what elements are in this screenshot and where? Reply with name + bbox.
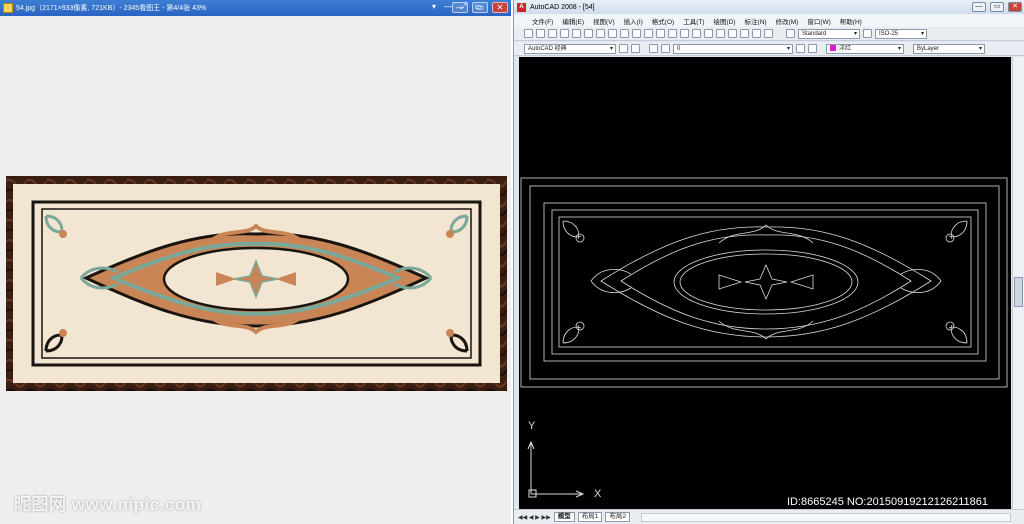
menu-window[interactable]: 窗口(W) — [807, 16, 830, 26]
menu-modify[interactable]: 修改(M) — [776, 16, 799, 26]
minimize-button[interactable]: — — [452, 2, 468, 13]
autocad-logo-icon: A — [517, 2, 526, 12]
horizontal-scrollbar[interactable] — [640, 512, 1011, 522]
design-center-icon[interactable] — [728, 29, 737, 38]
viewer-title: 54.jpg（2171×933像素, 721KB）- 2345看图王 - 第4/… — [16, 5, 207, 12]
layer-previous-icon[interactable] — [808, 44, 817, 53]
match-properties-icon[interactable] — [632, 29, 641, 38]
cad-title: AutoCAD 2008 - [54] — [530, 3, 595, 11]
viewer-titlebar[interactable]: 54.jpg（2171×933像素, 721KB）- 2345看图王 - 第4/… — [0, 0, 511, 16]
text-style-icon — [786, 29, 795, 38]
paste-icon[interactable] — [620, 29, 629, 38]
copy-icon[interactable] — [608, 29, 617, 38]
color-select[interactable]: 洋红 — [826, 43, 904, 54]
workspace-settings-icon[interactable] — [619, 44, 628, 53]
layer-manager-icon[interactable] — [631, 44, 640, 53]
tool-palettes-icon[interactable] — [740, 29, 749, 38]
dropdown-icon[interactable]: ▾ — [432, 2, 436, 12]
zoom-window-icon[interactable] — [692, 29, 701, 38]
tab-nav-arrows[interactable]: ◀◀ ◀ ▶ ▶▶ — [518, 514, 551, 521]
marble-medallion-image — [6, 176, 507, 391]
ucs-y-label: Y — [528, 420, 536, 432]
redo-icon[interactable] — [656, 29, 665, 38]
minimize-mode-icon[interactable]: — — [444, 2, 452, 12]
scroll-thumb[interactable] — [1014, 277, 1023, 307]
workspace-select[interactable]: AutoCAD 经典 — [524, 43, 616, 54]
menu-dimension[interactable]: 标注(N) — [745, 16, 767, 26]
menu-view[interactable]: 视图(V) — [593, 16, 615, 26]
drawing-canvas[interactable] — [519, 57, 1011, 509]
menu-file[interactable]: 文件(F) — [532, 16, 553, 26]
autocad-window: A AutoCAD 2008 - [54] — ▭ ✕ 文件(F) 编辑(E) … — [513, 0, 1024, 524]
maximize-button[interactable]: ▭ — [472, 2, 488, 13]
menu-help[interactable]: 帮助(H) — [840, 16, 862, 26]
cad-maximize-button[interactable]: ▭ — [990, 2, 1004, 12]
nipic-watermark: 昵图网 www.nipic.com — [14, 495, 202, 514]
menu-insert[interactable]: 插入(I) — [624, 16, 643, 26]
viewer-window-buttons: — ▭ ✕ — [452, 2, 508, 13]
layer-on-icon[interactable] — [649, 44, 658, 53]
layout-tabs-bar: ◀◀ ◀ ▶ ▶▶ 模型 布局1 布局2 — [514, 509, 1024, 524]
color-swatch — [830, 44, 836, 51]
make-current-layer-icon[interactable] — [796, 44, 805, 53]
cad-close-button[interactable]: ✕ — [1008, 2, 1022, 12]
new-file-icon[interactable] — [524, 29, 533, 38]
vertical-scrollbar[interactable] — [1012, 57, 1024, 509]
tab-layout2[interactable]: 布局2 — [605, 512, 630, 522]
image-id-watermark: ID:8665245 NO:20150919212126211861 — [787, 496, 989, 508]
preview-icon[interactable] — [572, 29, 581, 38]
layer-freeze-icon[interactable] — [661, 44, 670, 53]
ucs-x-label: X — [594, 488, 602, 500]
cad-minimize-button[interactable]: — — [972, 2, 986, 12]
cad-window-buttons: — ▭ ✕ — [972, 2, 1022, 12]
dim-style-icon — [863, 29, 872, 38]
menu-tools[interactable]: 工具(T) — [683, 16, 704, 26]
calculator-icon[interactable] — [752, 29, 761, 38]
menu-format[interactable]: 格式(O) — [652, 16, 674, 26]
properties-icon[interactable] — [716, 29, 725, 38]
standard-toolbar: Standard ISO-25 — [514, 27, 1024, 41]
color-label: 洋红 — [839, 45, 852, 52]
layers-toolbar: AutoCAD 经典 0 洋红 ByLayer — [514, 42, 1024, 56]
undo-icon[interactable] — [644, 29, 653, 38]
open-file-icon[interactable] — [536, 29, 545, 38]
publish-icon[interactable] — [584, 29, 593, 38]
zoom-previous-icon[interactable] — [704, 29, 713, 38]
close-button[interactable]: ✕ — [492, 2, 508, 13]
tab-layout1[interactable]: 布局1 — [577, 512, 603, 522]
menu-draw[interactable]: 绘图(D) — [714, 16, 736, 26]
cut-icon[interactable] — [596, 29, 605, 38]
linetype-select[interactable]: ByLayer — [913, 43, 985, 54]
menu-edit[interactable]: 编辑(E) — [562, 16, 584, 26]
image-viewer-window: 54.jpg（2171×933像素, 721KB）- 2345看图王 - 第4/… — [0, 0, 511, 524]
save-icon[interactable] — [548, 29, 557, 38]
cad-titlebar[interactable]: A AutoCAD 2008 - [54] — ▭ ✕ — [514, 0, 1024, 14]
dim-style-select[interactable]: ISO-25 — [875, 28, 927, 39]
print-icon[interactable] — [560, 29, 569, 38]
pan-icon[interactable] — [668, 29, 677, 38]
text-style-select[interactable]: Standard — [798, 28, 860, 39]
tab-model[interactable]: 模型 — [553, 512, 575, 522]
image-viewer-icon — [3, 3, 13, 13]
cad-menubar: 文件(F) 编辑(E) 视图(V) 插入(I) 格式(O) 工具(T) 绘图(D… — [514, 14, 1024, 27]
zoom-realtime-icon[interactable] — [680, 29, 689, 38]
layer-select[interactable]: 0 — [673, 43, 793, 54]
help-icon[interactable] — [764, 29, 773, 38]
